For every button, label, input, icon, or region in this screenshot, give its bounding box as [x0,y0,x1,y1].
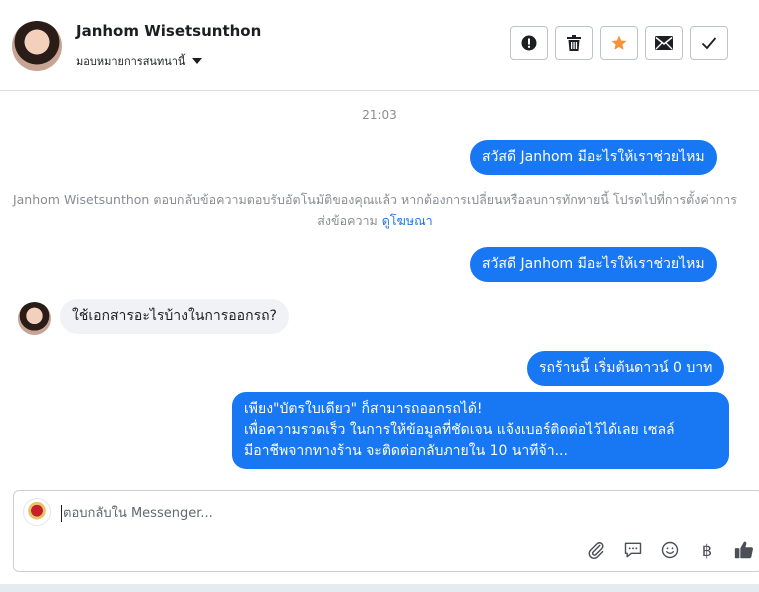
trash-icon [567,35,581,51]
saved-replies-button[interactable] [621,538,645,562]
exclamation-circle-icon [521,35,537,51]
view-ad-link[interactable]: ดูโฆษณา [382,213,433,228]
star-icon [611,35,627,50]
report-button[interactable] [510,26,548,60]
message-line: มีอาชีพจากทางร้าน จะติดต่อกลับภายใน 10 น… [244,443,568,459]
auto-reply-notice: Janhom Wisetsunthon ตอบกลับข้อความตอบรับ… [10,189,740,231]
smiley-icon [661,541,679,559]
message-line: เพียง"บัตรใบเดียว" ก็สามารถออกรถได้! [244,401,483,417]
incoming-message[interactable]: ใช้เอกสารอะไรบ้างในการออกรถ? [60,299,289,334]
outgoing-message[interactable]: เพียง"บัตรใบเดียว" ก็สามารถออกรถได้! เพื… [232,392,729,469]
star-button[interactable] [600,26,638,60]
outgoing-message[interactable]: รถร้านนี้ เริ่มต้นดาวน์ 0 บาท [527,351,725,386]
payment-button[interactable]: ฿ [695,538,719,562]
page-avatar [23,498,51,526]
paperclip-icon [588,542,604,560]
assign-conversation-dropdown[interactable]: มอบหมายการสนทนานี้ [76,52,203,70]
done-button[interactable] [690,26,728,60]
reply-input[interactable] [61,505,565,522]
notice-text: Janhom Wisetsunthon ตอบกลับข้อความตอบรับ… [12,192,738,228]
speech-bubble-icon [624,542,642,558]
outgoing-message[interactable]: สวัสดี Janhom มีอะไรให้เราช่วยไหม [470,247,717,282]
outgoing-message[interactable]: สวัสดี Janhom มีอะไรให้เราช่วยไหม [470,140,717,175]
baht-icon: ฿ [701,540,713,560]
attach-button[interactable] [584,538,608,562]
checkmark-icon [701,37,717,50]
emoji-button[interactable] [658,538,682,562]
envelope-icon [655,36,673,50]
message-timestamp: 21:03 [362,108,397,122]
assign-label: มอบหมายการสนทนานี้ [76,55,186,68]
like-button[interactable] [732,538,756,562]
email-button[interactable] [645,26,683,60]
contact-avatar-small [18,302,51,335]
message-composer: ฿ [13,490,759,572]
contact-avatar[interactable] [12,21,62,71]
composer-tools: ฿ [584,538,756,562]
message-line: เพื่อความรวดเร็ว ในการให้ข้อมูลที่ชัดเจน… [244,422,675,438]
thumbs-up-icon [734,541,753,559]
delete-button[interactable] [555,26,593,60]
conversation-header: Janhom Wisetsunthon มอบหมายการสนทนานี้ [0,0,759,91]
bottom-divider [0,584,759,592]
contact-name[interactable]: Janhom Wisetsunthon [76,22,261,40]
caret-down-icon [192,58,203,64]
header-actions [510,26,728,60]
